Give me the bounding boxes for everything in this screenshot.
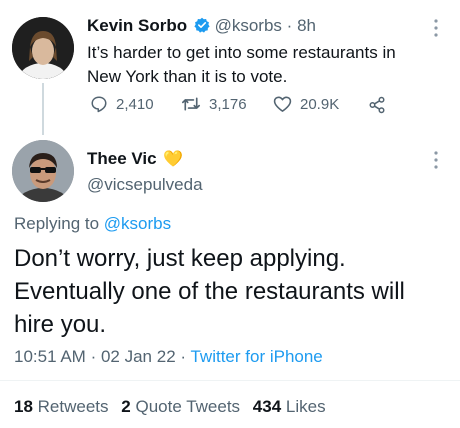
engagement-stats: 18 Retweets 2 Quote Tweets 434 Likes	[14, 397, 326, 417]
reply-text-line: hire you.	[14, 311, 107, 338]
likes-label: Likes	[285, 397, 326, 416]
parent-text-line: It’s harder to get into some restaurants…	[87, 43, 396, 62]
replying-to-handle-link[interactable]: @ksorbs	[104, 214, 171, 233]
like-button[interactable]: 20.9K	[273, 95, 339, 113]
parent-handle[interactable]: @ksorbs	[215, 16, 282, 35]
reply-tweet-text: Don’t worry, just keep applying. Eventua…	[14, 242, 405, 341]
verified-badge-icon	[194, 17, 210, 38]
quote-count: 2	[121, 397, 131, 416]
likes-count: 434	[252, 397, 282, 416]
reply-handle[interactable]: @vicsepulveda	[87, 175, 203, 195]
retweets-label: Retweets	[37, 397, 109, 416]
parent-text-line: New York than it is to vote.	[87, 67, 288, 86]
retweet-button[interactable]: 3,176	[181, 95, 247, 113]
parent-tweet-text: It’s harder to get into some restaurants…	[87, 41, 396, 89]
replying-to: Replying to @ksorbs	[14, 214, 171, 234]
reply-author-name[interactable]: Thee Vic	[87, 149, 157, 168]
tweet-date[interactable]: 02 Jan 22	[101, 347, 176, 366]
likes-stat[interactable]: 434 Likes	[253, 397, 326, 416]
more-options-icon[interactable]	[433, 18, 439, 43]
retweet-count: 3,176	[209, 95, 247, 113]
retweet-icon	[182, 97, 200, 111]
share-icon[interactable]	[368, 96, 386, 119]
like-count: 20.9K	[300, 95, 340, 113]
replying-to-label: Replying to	[14, 214, 104, 233]
parent-avatar[interactable]	[12, 17, 74, 79]
tweet-meta: 10:51 AM · 02 Jan 22 · Twitter for iPhon…	[14, 347, 323, 367]
reply-button[interactable]: 2,410	[90, 95, 154, 113]
parent-timestamp[interactable]: 8h	[297, 16, 316, 35]
yellow-heart-emoji: 💛	[163, 151, 183, 168]
separator-dot: ·	[286, 16, 293, 35]
reply-count: 2,410	[116, 95, 154, 113]
divider	[0, 380, 460, 381]
reply-text-line: Eventually one of the restaurants will	[14, 278, 405, 305]
tweet-time[interactable]: 10:51 AM	[14, 347, 86, 366]
separator-dot: ·	[180, 347, 187, 366]
reply-text-line: Don’t worry, just keep applying.	[14, 245, 346, 272]
more-options-icon[interactable]	[433, 150, 439, 175]
reply-avatar[interactable]	[12, 140, 74, 202]
like-icon	[273, 96, 292, 112]
quote-label: Quote Tweets	[135, 397, 241, 416]
parent-author-name[interactable]: Kevin Sorbo	[87, 16, 187, 35]
separator-dot: ·	[90, 347, 97, 366]
quote-tweets-stat[interactable]: 2 Quote Tweets	[121, 397, 240, 416]
retweets-count: 18	[14, 397, 33, 416]
tweet-source-link[interactable]: Twitter for iPhone	[190, 347, 322, 366]
thread-connector-line	[42, 83, 44, 135]
reply-icon	[91, 96, 107, 113]
retweets-stat[interactable]: 18 Retweets	[14, 397, 109, 416]
